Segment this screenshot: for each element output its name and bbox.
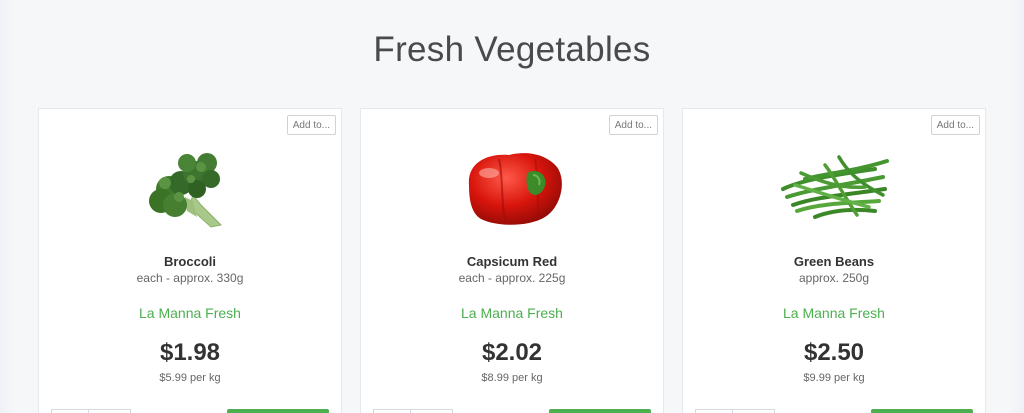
product-price: $1.98 xyxy=(159,339,221,366)
product-name[interactable]: Green Beans xyxy=(683,254,985,269)
product-name[interactable]: Broccoli xyxy=(39,254,341,269)
product-card-capsicum-red[interactable]: Add to... Capsicum Red each - approx. 22… xyxy=(360,108,664,413)
add-to-list-button[interactable]: Add to... xyxy=(930,115,980,135)
page-title: Fresh Vegetables xyxy=(373,30,651,69)
product-price: $2.50 xyxy=(803,339,865,366)
quantity-stepper[interactable] xyxy=(695,409,775,413)
page: Fresh Vegetables Add to... Broccoli each… xyxy=(0,0,1024,413)
quantity-stepper[interactable] xyxy=(373,409,453,413)
product-grid: Add to... Broccoli each - approx. 330g L… xyxy=(38,108,988,413)
add-to-cart-button[interactable] xyxy=(227,409,329,413)
product-unit-price: $8.99 per kg xyxy=(481,372,543,384)
add-to-cart-button[interactable] xyxy=(549,409,651,413)
product-size: each - approx. 330g xyxy=(136,271,244,285)
product-unit-price: $9.99 per kg xyxy=(803,372,865,384)
product-brand-link[interactable]: La Manna Fresh xyxy=(361,305,663,321)
broccoli-image[interactable] xyxy=(131,145,251,229)
product-card-green-beans[interactable]: Add to... Green Beans approx. 250g La Ma xyxy=(682,108,986,413)
red-capsicum-image[interactable] xyxy=(453,145,573,229)
add-to-cart-button[interactable] xyxy=(871,409,973,413)
product-brand-link[interactable]: La Manna Fresh xyxy=(683,305,985,321)
green-beans-image[interactable] xyxy=(775,145,895,229)
product-name[interactable]: Capsicum Red xyxy=(361,254,663,269)
add-to-list-button[interactable]: Add to... xyxy=(608,115,658,135)
product-size: approx. 250g xyxy=(798,271,870,285)
product-unit-price: $5.99 per kg xyxy=(159,372,221,384)
quantity-stepper[interactable] xyxy=(51,409,131,413)
product-brand-link[interactable]: La Manna Fresh xyxy=(39,305,341,321)
add-to-list-button[interactable]: Add to... xyxy=(286,115,336,135)
product-size: each - approx. 225g xyxy=(458,271,566,285)
product-price: $2.02 xyxy=(481,339,543,366)
product-card-broccoli[interactable]: Add to... Broccoli each - approx. 330g L… xyxy=(38,108,342,413)
